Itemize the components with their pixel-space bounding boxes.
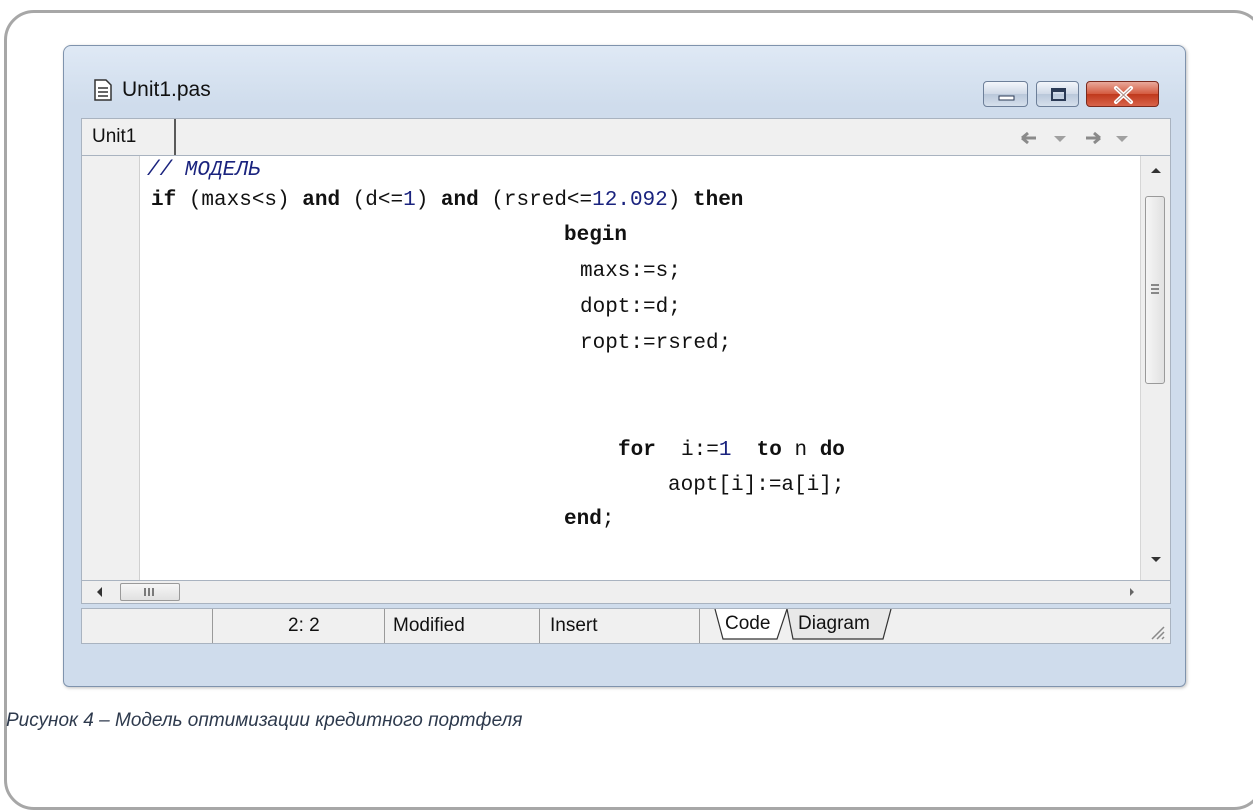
editor-window: Unit1.pas Unit1 // МОДЕЛЬ if (maxs<s) an…: [63, 45, 1186, 687]
chevron-down-icon[interactable]: [1116, 136, 1128, 142]
code-text: aopt[i]:=a[i];: [668, 474, 845, 497]
scroll-up-icon[interactable]: [1141, 160, 1171, 180]
maximize-button[interactable]: [1036, 81, 1079, 107]
code-text: (rsred<=: [478, 189, 593, 212]
status-bar: 2: 2 Modified Insert Code Diagram: [81, 608, 1171, 644]
horizontal-scroll-thumb[interactable]: [120, 583, 180, 601]
code-line[interactable]: ropt:=rsred;: [580, 332, 731, 356]
scroll-down-icon[interactable]: [1141, 550, 1171, 570]
code-text: ;: [601, 508, 615, 531]
file-icon: [94, 79, 112, 101]
code-area[interactable]: // МОДЕЛЬ if (maxs<s) and (d<=1) and (rsr…: [82, 156, 1132, 580]
code-keyword: for: [618, 439, 656, 462]
title-bar[interactable]: Unit1.pas: [64, 46, 1185, 116]
code-line[interactable]: if (maxs<s) and (d<=1) and (rsred<=12.09…: [151, 189, 743, 213]
tab-diagram[interactable]: Diagram: [798, 609, 870, 639]
code-line[interactable]: begin: [564, 224, 627, 248]
code-text: ropt:=rsred;: [580, 332, 732, 355]
vertical-scrollbar[interactable]: [1140, 156, 1170, 580]
maximize-icon: [1051, 88, 1066, 101]
vertical-scroll-thumb[interactable]: [1145, 196, 1165, 384]
grip-icon: [1151, 284, 1159, 294]
status-panel-empty: [82, 609, 213, 643]
chevron-down-icon[interactable]: [1054, 136, 1066, 142]
code-line[interactable]: maxs:=s;: [580, 260, 681, 284]
modified-status: Modified: [393, 615, 465, 636]
tab-code[interactable]: Code: [725, 609, 770, 639]
code-text: n: [781, 439, 820, 462]
code-line[interactable]: for i:=1 to n do: [618, 439, 845, 463]
code-line[interactable]: // МОДЕЛЬ: [147, 159, 260, 183]
grip-icon: [144, 588, 154, 596]
minimize-icon: [998, 95, 1015, 101]
code-keyword: if: [151, 189, 177, 212]
resize-grip-icon[interactable]: [1146, 621, 1166, 641]
status-panel-mode: Insert: [540, 609, 700, 643]
arrow-left-icon[interactable]: [1021, 131, 1036, 145]
status-panel-position: 2: 2: [212, 609, 385, 643]
code-text: maxs:=s;: [580, 260, 681, 283]
minimize-button[interactable]: [983, 81, 1028, 107]
insert-mode: Insert: [550, 615, 598, 636]
code-comment: // МОДЕЛЬ: [147, 159, 261, 182]
code-number: 1: [718, 439, 732, 462]
arrow-right-icon[interactable]: [1086, 131, 1101, 145]
horizontal-scrollbar[interactable]: [81, 580, 1171, 604]
code-keyword: do: [819, 439, 845, 462]
code-number: 12.092: [592, 189, 668, 212]
code-line[interactable]: dopt:=d;: [580, 296, 681, 320]
scroll-right-icon[interactable]: [1122, 581, 1142, 603]
code-text: (maxs<s): [176, 189, 303, 212]
code-text: ): [667, 189, 693, 212]
code-text: i:=: [655, 439, 719, 462]
close-icon: [1114, 86, 1133, 104]
code-editor[interactable]: // МОДЕЛЬ if (maxs<s) and (d<=1) and (rsr…: [81, 156, 1171, 580]
tab-unit1[interactable]: Unit1: [82, 119, 176, 155]
navigation-arrows: [1021, 131, 1128, 145]
scroll-left-icon[interactable]: [90, 581, 110, 603]
code-text: ): [415, 189, 441, 212]
code-keyword: begin: [564, 224, 628, 247]
window-title: Unit1.pas: [122, 78, 211, 101]
code-number: 1: [403, 189, 416, 212]
cursor-position: 2: 2: [288, 615, 320, 636]
code-line[interactable]: end;: [564, 508, 614, 532]
code-keyword: end: [564, 508, 602, 531]
code-text: (d<=: [340, 189, 404, 212]
code-keyword: then: [692, 189, 744, 212]
figure-caption: Рисунок 4 – Модель оптимизации кредитног…: [6, 710, 523, 731]
code-keyword: and: [302, 189, 341, 212]
code-keyword: and: [440, 189, 479, 212]
code-keyword: to: [756, 439, 782, 462]
close-button[interactable]: [1086, 81, 1159, 107]
code-text: dopt:=d;: [580, 296, 681, 319]
code-line[interactable]: aopt[i]:=a[i];: [668, 474, 844, 498]
status-panel-modified: Modified: [383, 609, 540, 643]
tab-strip: Unit1: [81, 118, 1171, 156]
